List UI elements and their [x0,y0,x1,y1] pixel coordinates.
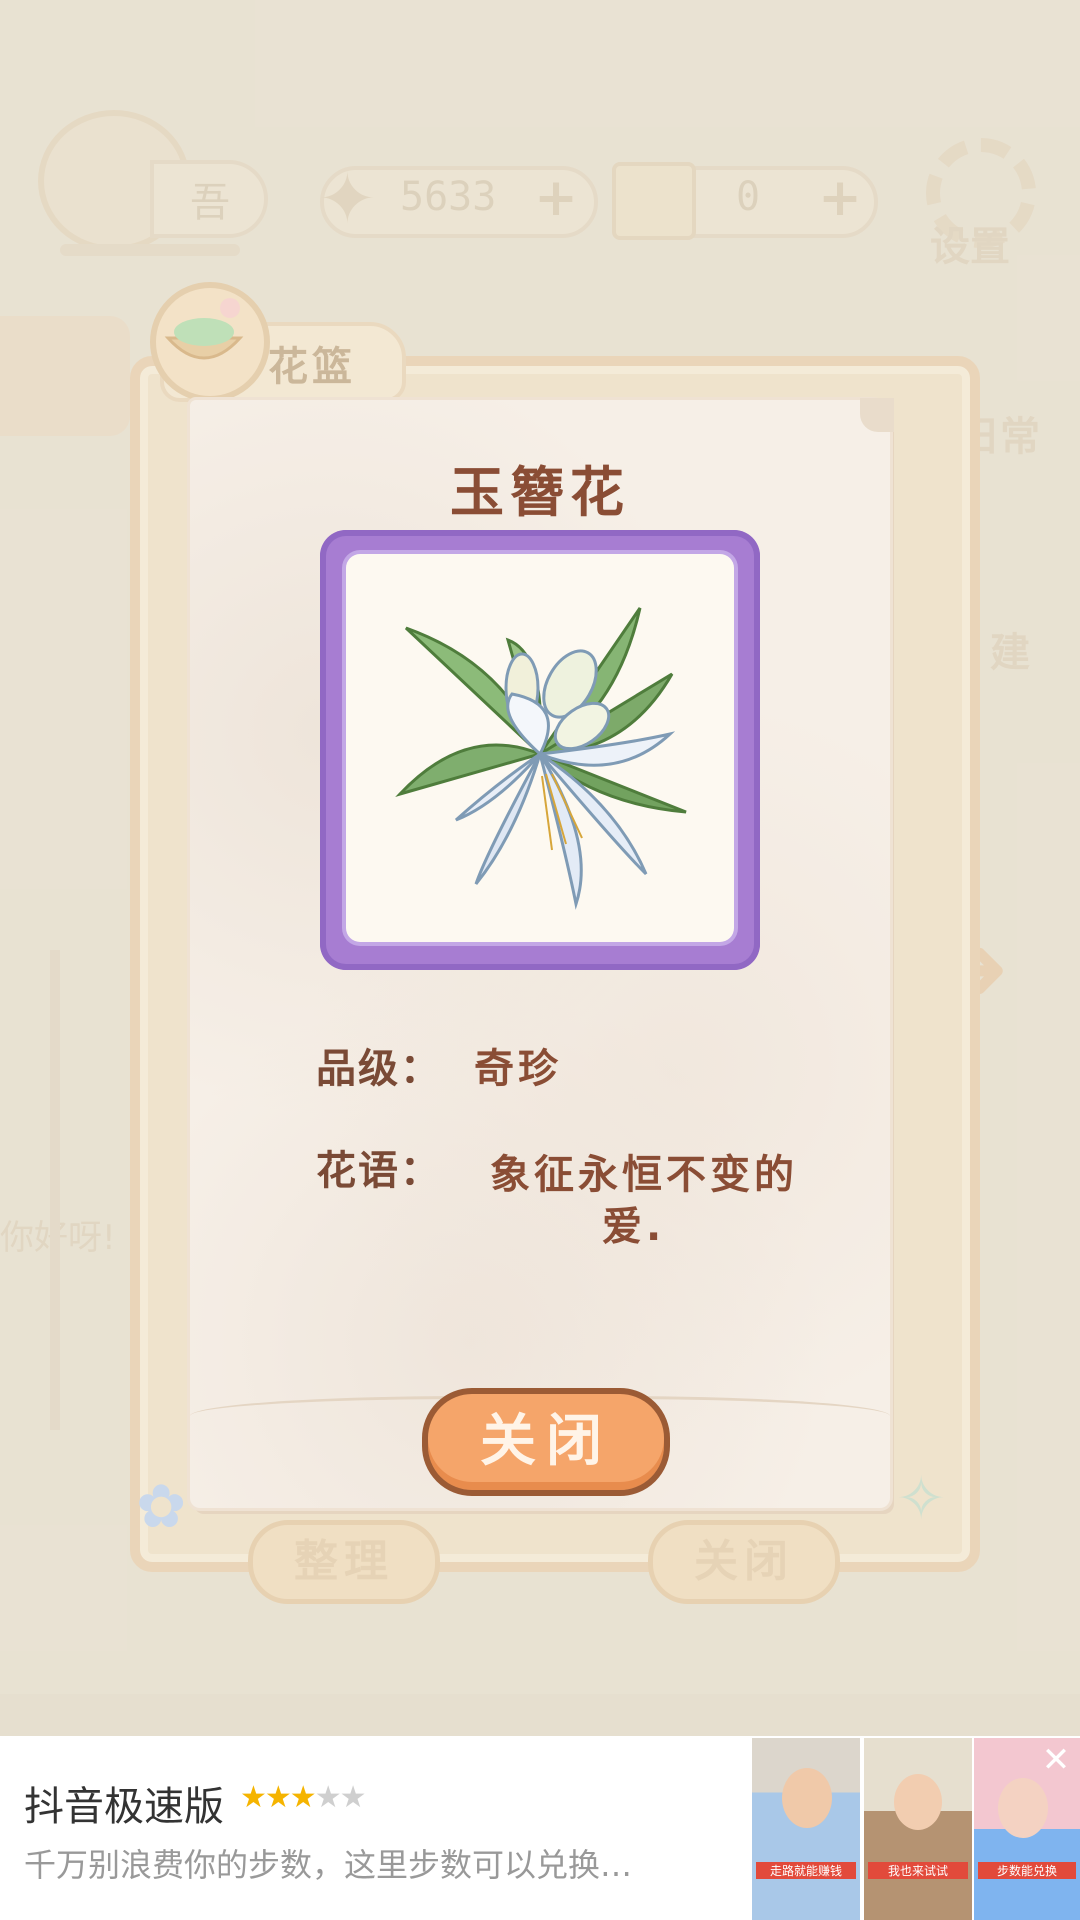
ad-thumbnail-1-caption: 走路就能赚钱 [756,1862,856,1879]
bottom-nav-faded [0,1694,1080,1736]
ad-close-icon[interactable]: ✕ [1040,1743,1072,1777]
grade-label: 品级： [316,1046,442,1092]
ad-rating: ★★★★★ [240,1780,367,1815]
card-close-button[interactable]: 关闭 [422,1388,670,1496]
meaning-label: 花语： [316,1148,442,1194]
ad-thumbnail-2-caption: 我也来试试 [868,1862,968,1879]
basket-tab-label: 花篮 [268,344,356,390]
paper-corner-fold [860,398,894,432]
flower-image [346,554,734,942]
dragonfly-icon: ✧ [896,1464,947,1534]
butterfly-icon: ✿ [136,1472,187,1542]
grade-value: 奇珍 [474,1046,562,1092]
meaning-line-2: 爱. [602,1204,666,1250]
basket-close-button[interactable]: 关闭 [648,1520,840,1604]
ad-description[interactable]: 千万别浪费你的步数，这里步数可以兑换… [24,1840,632,1886]
flower-name: 玉簪花 [450,461,630,524]
ad-rating-empty: ★★ [314,1780,367,1815]
ad-thumbnail-2[interactable]: 我也来试试 [864,1738,972,1920]
ad-thumbnail-1[interactable]: 走路就能赚钱 [752,1738,860,1920]
meaning-line-1: 象征永恒不变的 [490,1152,798,1198]
ad-rating-filled: ★★★ [240,1780,317,1815]
ad-thumbnail-3-caption: 步数能兑换 [978,1862,1076,1879]
ad-app-title[interactable]: 抖音极速版 [24,1774,224,1832]
basket-icon [150,282,270,402]
jade-hairpin-flower-icon [395,607,687,910]
sort-button[interactable]: 整理 [248,1520,440,1604]
